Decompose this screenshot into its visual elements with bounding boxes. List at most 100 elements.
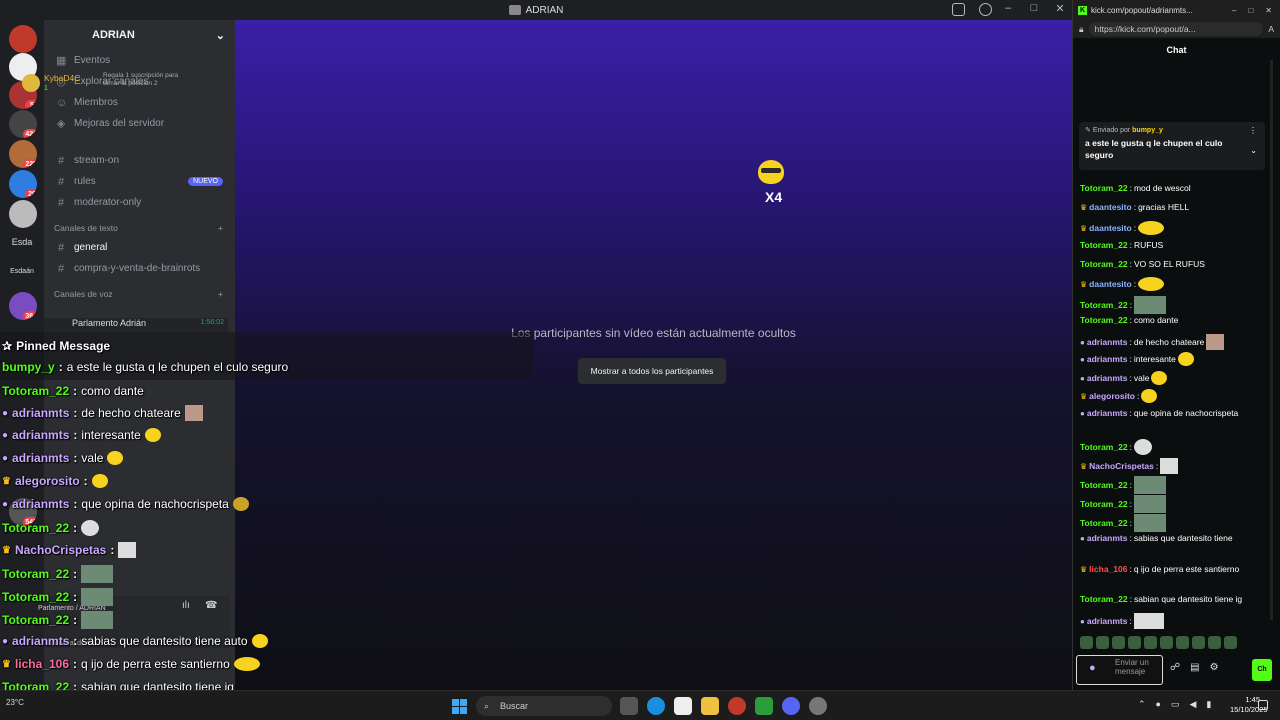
category-text[interactable]: Canales de texto +: [44, 219, 235, 237]
chat-user[interactable]: Totoram_22: [1080, 499, 1128, 509]
chat-user[interactable]: adrianmts: [1087, 616, 1128, 626]
weather-widget[interactable]: 23°C: [6, 698, 24, 707]
chat-user[interactable]: licha_106: [1089, 564, 1127, 574]
emote-icon[interactable]: [1176, 636, 1189, 649]
emote-icon[interactable]: [1112, 636, 1125, 649]
channel-stream-on[interactable]: # stream-on: [44, 150, 235, 171]
chat-user[interactable]: Totoram_22: [1080, 259, 1128, 269]
chat-text: RUFUS: [1133, 240, 1164, 250]
add-channel-icon[interactable]: +: [218, 289, 223, 299]
kick-app-icon[interactable]: [755, 697, 773, 715]
chat-user[interactable]: NachoCrispetas: [1089, 461, 1154, 471]
channel-rules[interactable]: # rules NUEVO: [44, 171, 235, 192]
chrome-icon[interactable]: [728, 697, 746, 715]
server-label[interactable]: Esdaán: [4, 268, 40, 275]
battery-icon[interactable]: ▮: [1206, 699, 1211, 710]
sidebar-item-boost[interactable]: ◈ Mejoras del servidor: [44, 113, 235, 134]
chat-user[interactable]: Totoram_22: [1080, 442, 1128, 452]
chevron-up-icon[interactable]: ⌃: [1138, 699, 1146, 710]
start-button[interactable]: [452, 699, 467, 714]
mic-icon[interactable]: ●: [1156, 699, 1161, 710]
show-all-participants-button[interactable]: Mostrar a todos los participantes: [578, 358, 726, 384]
reader-icon[interactable]: A: [1268, 24, 1274, 34]
channel-label: stream-on: [74, 155, 120, 166]
users-icon[interactable]: ☍: [1170, 662, 1180, 673]
discord-icon[interactable]: [782, 697, 800, 715]
volume-icon[interactable]: ◀: [1190, 699, 1197, 710]
server-header[interactable]: ADRIAN ⌄: [44, 20, 235, 50]
channel-compra-venta[interactable]: # compra-y-venta-de-brainrots: [44, 258, 235, 279]
lock-icon: 🔒︎: [1079, 23, 1084, 34]
task-view-icon[interactable]: [620, 697, 638, 715]
voice-channel[interactable]: Parlamento Adrián 1:56:02: [44, 318, 228, 332]
help-icon[interactable]: [979, 3, 992, 16]
maximize-icon[interactable]: □: [1248, 6, 1253, 15]
clock[interactable]: 1:45 15/10/2025: [1230, 695, 1268, 715]
server-avatar[interactable]: [9, 25, 37, 53]
chat-user[interactable]: alegorosito: [1089, 391, 1135, 401]
file-explorer-icon[interactable]: [701, 697, 719, 715]
settings-icon[interactable]: ⚙: [1210, 662, 1219, 673]
emote-icon[interactable]: [1080, 636, 1093, 649]
notification-icon[interactable]: [1258, 700, 1268, 710]
chat-user[interactable]: Totoram_22: [1080, 315, 1128, 325]
sidebar-item-events[interactable]: ▦ Eventos: [44, 50, 235, 71]
emote-icon[interactable]: [1192, 636, 1205, 649]
chat-user[interactable]: daantesito: [1089, 202, 1132, 212]
add-channel-icon[interactable]: +: [218, 223, 223, 233]
chat-user[interactable]: Totoram_22: [1080, 183, 1128, 193]
server-avatar[interactable]: 20: [9, 170, 37, 198]
chat-user[interactable]: Totoram_22: [1080, 300, 1128, 310]
chat-user[interactable]: daantesito: [1089, 279, 1132, 289]
category-voice[interactable]: Canales de voz +: [44, 285, 235, 303]
disconnect-icon[interactable]: ☎: [205, 600, 217, 611]
channel-moderator-only[interactable]: # moderator-only: [44, 192, 235, 213]
chat-user[interactable]: adrianmts: [1087, 533, 1128, 543]
gift-icon[interactable]: ▤: [1190, 662, 1199, 673]
chat-user[interactable]: Totoram_22: [1080, 240, 1128, 250]
send-button[interactable]: Ch: [1252, 659, 1272, 681]
edge-icon[interactable]: [647, 697, 665, 715]
server-avatar[interactable]: 421: [9, 110, 37, 138]
close-icon[interactable]: ✕: [1054, 2, 1066, 15]
close-icon[interactable]: ✕: [1265, 6, 1272, 15]
gift-description[interactable]: Regala 1 suscripción para tomar la posic…: [103, 72, 195, 88]
server-avatar[interactable]: [9, 200, 37, 228]
browser-tab-title[interactable]: kick.com/popout/adrianmts...: [1091, 6, 1193, 15]
emote-icon[interactable]: [1160, 636, 1173, 649]
chat-user[interactable]: adrianmts: [1087, 373, 1128, 383]
store-icon[interactable]: [674, 697, 692, 715]
server-label[interactable]: Esda: [4, 237, 40, 247]
emote-icon[interactable]: [1144, 636, 1157, 649]
chat-message: Totoram_22: como dante: [1080, 315, 1179, 325]
server-avatar[interactable]: 225: [9, 140, 37, 168]
network-icon[interactable]: ▭: [1171, 699, 1180, 710]
sidebar-item-members[interactable]: ☺ Miembros: [44, 92, 235, 113]
url-field[interactable]: https://kick.com/popout/a...: [1088, 22, 1264, 36]
chevron-down-icon[interactable]: ⌄: [1250, 146, 1257, 155]
waveform-icon[interactable]: ılı: [182, 600, 190, 611]
minimize-icon[interactable]: –: [1232, 6, 1236, 15]
emote-icon[interactable]: [1208, 636, 1221, 649]
server-avatar[interactable]: 364: [9, 292, 37, 320]
chat-user[interactable]: Totoram_22: [1080, 518, 1128, 528]
gifter-name[interactable]: KybaD4C: [44, 73, 80, 83]
chat-user[interactable]: adrianmts: [1087, 337, 1128, 347]
settings-icon[interactable]: [809, 697, 827, 715]
chat-user[interactable]: Totoram_22: [1080, 480, 1128, 490]
chat-user[interactable]: adrianmts: [1087, 408, 1128, 418]
chat-user[interactable]: daantesito: [1089, 223, 1132, 233]
emote-icon[interactable]: [1128, 636, 1141, 649]
emote-icon[interactable]: [1224, 636, 1237, 649]
inbox-icon[interactable]: [952, 3, 965, 16]
chat-user[interactable]: Totoram_22: [1080, 594, 1128, 604]
emote-icon[interactable]: [1096, 636, 1109, 649]
chat-user[interactable]: adrianmts: [1087, 354, 1128, 364]
more-icon[interactable]: ⋮: [1249, 126, 1257, 135]
taskbar-search[interactable]: ⌕ Buscar: [476, 696, 612, 716]
minimize-icon[interactable]: –: [1002, 2, 1014, 15]
chat-message: ● adrianmts: interesante: [1080, 352, 1194, 366]
chat-scrollbar[interactable]: [1270, 60, 1273, 620]
maximize-icon[interactable]: □: [1028, 2, 1040, 15]
channel-general[interactable]: # general: [44, 237, 235, 258]
